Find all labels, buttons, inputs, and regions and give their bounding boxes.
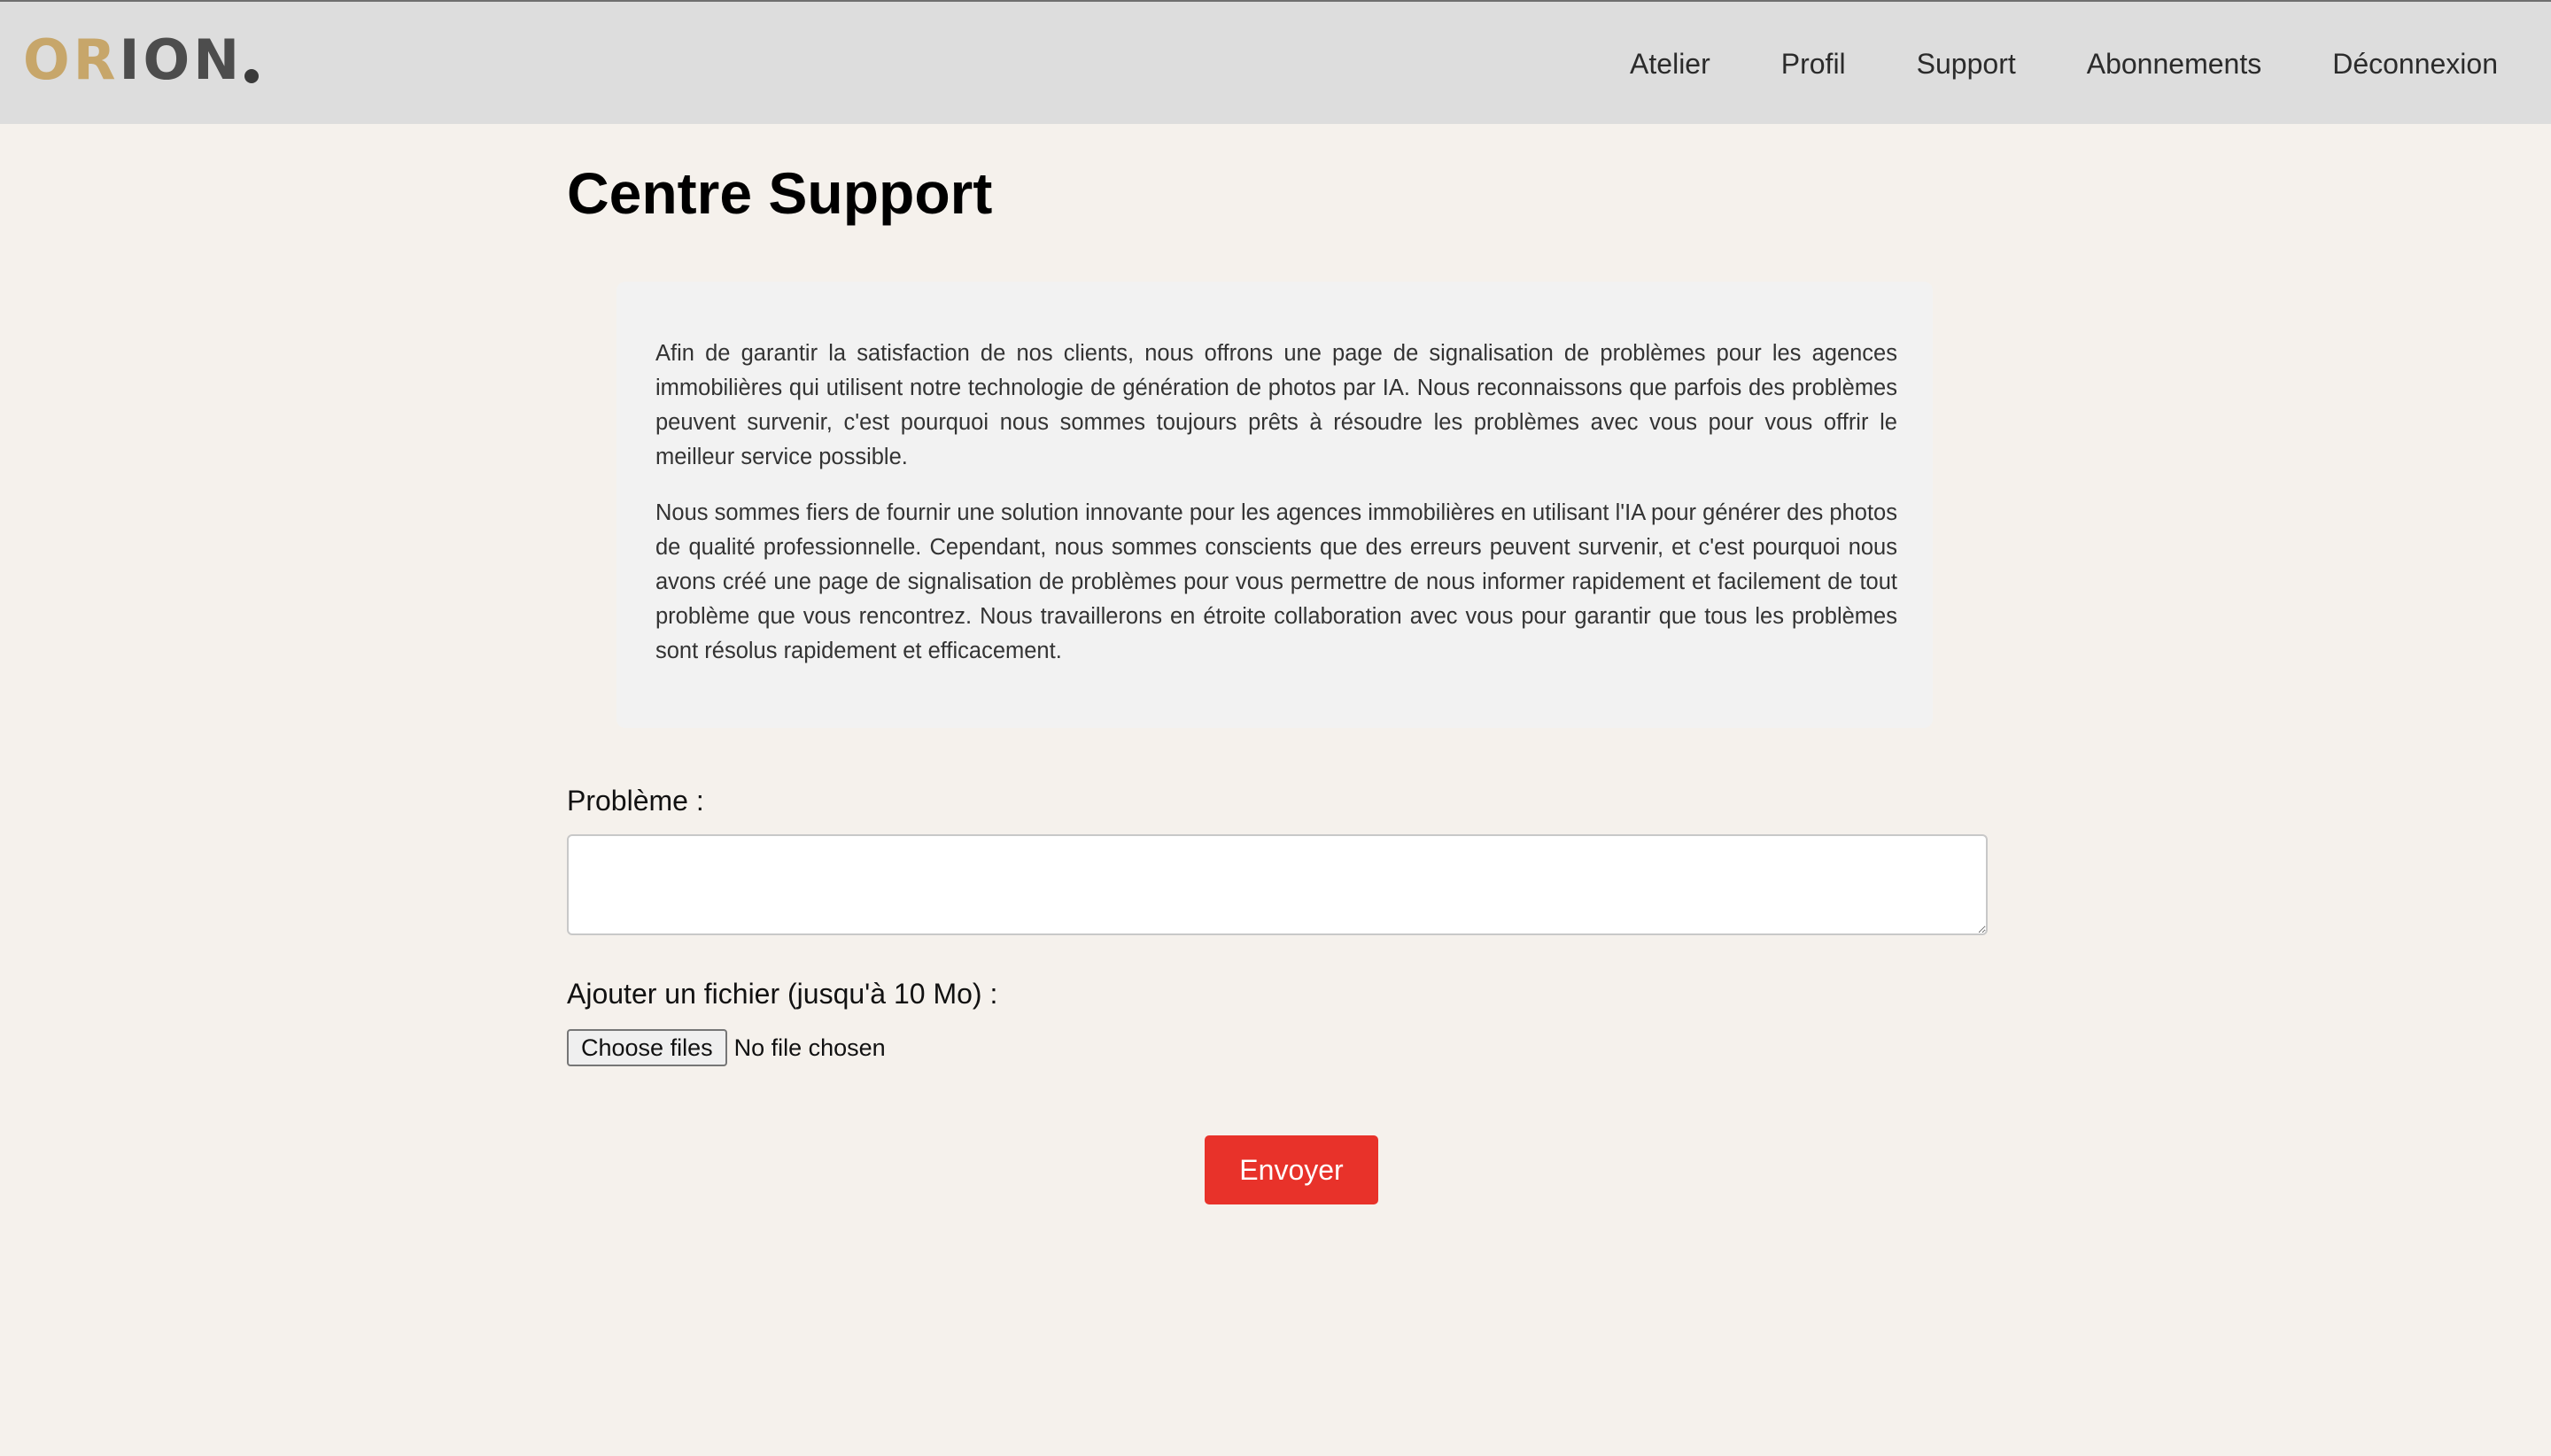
file-status-text: No file chosen (733, 1034, 886, 1061)
logo-text-main: ION (119, 27, 244, 92)
nav-link-profil[interactable]: Profil (1781, 48, 1846, 81)
top-navbar: OR ION Atelier Profil Support Abonnements… (0, 0, 2551, 124)
problem-textarea[interactable] (567, 834, 1988, 935)
choose-files-button[interactable]: Choose files (567, 1029, 727, 1066)
main-nav: Atelier Profil Support Abonnements Décon… (1559, 2, 2498, 126)
support-intro-card: Afin de garantir la satisfaction de nos … (616, 282, 1933, 728)
logo-text-accent: OR (23, 27, 120, 92)
intro-paragraph-1: Afin de garantir la satisfaction de nos … (655, 341, 1897, 469)
file-upload-label: Ajouter un fichier (jusqu'à 10 Mo) : (567, 978, 998, 1010)
nav-link-support[interactable]: Support (1917, 48, 2016, 81)
orion-logo[interactable]: OR ION (23, 27, 260, 92)
intro-paragraph-2: Nous sommes fiers de fournir une solutio… (655, 500, 1897, 663)
submit-button[interactable]: Envoyer (1205, 1135, 1378, 1204)
nav-link-abonnements[interactable]: Abonnements (2087, 48, 2261, 81)
nav-link-deconnexion[interactable]: Déconnexion (2332, 48, 2498, 81)
page-title: Centre Support (567, 160, 993, 226)
file-upload-control: Choose files No file chosen (567, 1029, 886, 1066)
problem-label: Problème : (567, 785, 704, 817)
nav-link-atelier[interactable]: Atelier (1630, 48, 1710, 81)
logo-dot-icon (244, 69, 260, 83)
